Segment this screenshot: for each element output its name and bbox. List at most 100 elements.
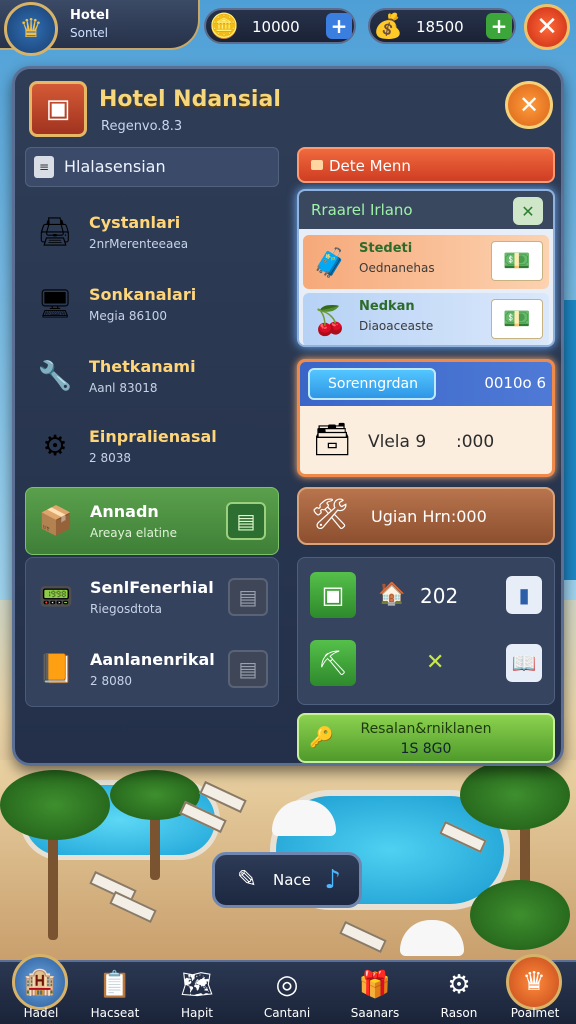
close-icon[interactable]: ✕ xyxy=(524,4,570,50)
hammer-icon: 🛠 xyxy=(311,497,350,532)
nav-label: Hapit xyxy=(180,1006,214,1020)
bottom-nav: 🏨 Hadel 📋 Hacseat 🗺 Hapit ◎ Cantani 🎁 Sa… xyxy=(0,954,576,1024)
offer-buy-button[interactable]: 💵 xyxy=(491,241,543,281)
facility-item[interactable]: 🔧 Thetkanami Aanl 83018 xyxy=(25,343,279,411)
pen-icon: ✎ xyxy=(237,865,258,893)
nav-settings[interactable]: ⚙ Rason xyxy=(418,962,500,1024)
profile-icon: ♛ xyxy=(506,954,562,1010)
facility-item[interactable]: 📟 SenlFenerhial Riegosdtota ▤ xyxy=(26,564,280,632)
facility-title: Cystanlari xyxy=(89,213,181,232)
facility-title: Sonkanalari xyxy=(89,285,197,304)
coins-counter: 🪙 10000 + xyxy=(204,8,356,44)
offer-title: Nedkan xyxy=(359,299,415,314)
sort-label: Vlela 9 xyxy=(368,432,427,452)
crate-action-button[interactable]: ▤ xyxy=(226,502,266,540)
offer-title: Stedeti xyxy=(359,241,413,256)
travel-title: Rraarel Irlano xyxy=(311,201,413,219)
facility-title: Einpralienasal xyxy=(89,427,217,446)
cube-icon[interactable]: ▣ xyxy=(310,572,356,618)
nav-map[interactable]: 🗺 Hapit xyxy=(156,962,238,1024)
device-icon: 📟 xyxy=(38,579,74,613)
offer-sub: Diaoaceaste xyxy=(359,319,434,333)
upgrade-button[interactable]: 🛠 Ugian Hrn:000 xyxy=(297,487,555,545)
facility-list-title: Hlalasensian xyxy=(64,157,166,176)
gems-counter: 💰 18500 + xyxy=(368,8,516,44)
next-button[interactable]: ✎ Nace ♪ xyxy=(212,852,362,908)
coins-icon: 🪙 xyxy=(209,12,239,40)
sale-tab[interactable]: Dete Menn xyxy=(297,147,555,183)
palm-tree xyxy=(470,880,570,950)
facility-title: SenlFenerhial xyxy=(90,578,214,597)
resource-row: ⛏ ✕ 📖 xyxy=(298,634,556,694)
reward-sub: 1S 8G0 xyxy=(400,741,452,757)
nav-label: Cantani xyxy=(263,1006,311,1020)
nav-label: Hacseat xyxy=(90,1006,140,1020)
facility-title: Annadn xyxy=(90,502,159,521)
add-coins-button[interactable]: + xyxy=(326,13,352,39)
nav-tasks[interactable]: 📋 Hacseat xyxy=(74,962,156,1024)
coins-value: 10000 xyxy=(252,18,300,36)
facility-sub: Areaya elatine xyxy=(90,526,177,540)
facility-item[interactable]: 🖨 Cystanlari 2nrMerenteeaea xyxy=(25,199,279,267)
tool-icon: 🔧 xyxy=(37,358,73,392)
resource-row: ▣ 🏠 202 ▮ xyxy=(298,566,556,626)
offer-item[interactable]: 🍒 Nedkan Diaoaceaste 💵 xyxy=(303,293,549,345)
facility-item-active[interactable]: 📦 Annadn Areaya elatine ▤ xyxy=(25,487,279,555)
nav-camera[interactable]: ◎ Cantani xyxy=(246,962,328,1024)
nav-label: Hadel xyxy=(23,1006,59,1020)
locked-facilities: 📟 SenlFenerhial Riegosdtota ▤ 📙 Aanlanen… xyxy=(25,557,279,707)
nav-label: Rason xyxy=(440,1006,478,1020)
panel-header: ▣ Hotel Ndansial Regenvo.8.3 ✕ xyxy=(23,77,553,143)
palm-tree xyxy=(460,760,570,830)
sort-header: Sorenngrdan 0010o 6 xyxy=(300,362,552,406)
house-icon: 🏠 xyxy=(378,582,406,607)
locked-action-button[interactable]: ▤ xyxy=(228,650,268,688)
panel-close-button[interactable]: ✕ xyxy=(505,81,553,129)
sparkle-icon: ✕ xyxy=(426,650,445,675)
facility-sub: 2nrMerenteeaea xyxy=(89,237,189,251)
player-name: Hotel xyxy=(70,8,110,23)
player-card[interactable]: ♛ Hotel Sontel xyxy=(0,0,200,56)
tool-icon[interactable]: ⛏ xyxy=(310,640,356,686)
facility-list: ≡ Hlalasensian 🖨 Cystanlari 2nrMerenteea… xyxy=(25,147,279,707)
collapse-icon[interactable]: ✕ xyxy=(513,197,543,225)
gems-value: 18500 xyxy=(416,18,464,36)
player-avatar[interactable]: ♛ xyxy=(4,2,58,56)
nav-shop[interactable]: 🎁 Saanars xyxy=(334,962,416,1024)
offer-buy-button[interactable]: 💵 xyxy=(491,299,543,339)
facility-item[interactable]: 🖥 Sonkanalari Megia 86100 xyxy=(25,271,279,339)
facility-title: Thetkanami xyxy=(89,357,196,376)
hotel-badge-icon: ▣ xyxy=(29,81,87,137)
crate-icon: 📦 xyxy=(38,503,74,537)
treasure-icon: 💰 xyxy=(373,12,403,40)
facility-sub: Aanl 83018 xyxy=(89,381,158,395)
music-icon: ♪ xyxy=(324,865,341,895)
nav-label: Saanars xyxy=(350,1006,400,1020)
note-icon: 📙 xyxy=(38,651,74,685)
sort-panel: Sorenngrdan 0010o 6 🗃 Vlela 9 :000 xyxy=(297,359,555,477)
sort-button[interactable]: Sorenngrdan xyxy=(308,368,436,400)
book-icon[interactable]: 📖 xyxy=(506,644,542,682)
computer-icon: 🖥 xyxy=(37,286,73,320)
add-gems-button[interactable]: + xyxy=(486,13,512,39)
nav-label: Poalmet xyxy=(510,1006,560,1020)
camera-icon: ◎ xyxy=(275,970,299,1000)
chart-icon[interactable]: ▮ xyxy=(506,576,542,614)
offer-item[interactable]: 🧳 Stedeti Oednanehas 💵 xyxy=(303,235,549,289)
next-label: Nace xyxy=(273,871,311,889)
resource-value: 202 xyxy=(420,584,459,608)
shop-icon: 🎁 xyxy=(358,970,392,1000)
sort-time: :000 xyxy=(456,432,495,452)
generator-icon: ⚙ xyxy=(42,428,68,462)
top-bar: ♛ Hotel Sontel 🪙 10000 + 💰 18500 + ✕ xyxy=(0,0,576,56)
nav-profile[interactable]: ♛ Poalmet xyxy=(494,954,576,1024)
facility-item[interactable]: 📙 Aanlanenrikal 2 8080 ▤ xyxy=(26,636,280,704)
reward-button[interactable]: 🔑 Resalan&rniklanen 1S 8G0 xyxy=(297,713,555,763)
panel-title: Hotel Ndansial xyxy=(99,87,281,112)
machine-icon: 🖨 xyxy=(37,214,73,248)
sort-value: 0010o 6 xyxy=(484,374,546,392)
facility-item[interactable]: ⚙ Einpralienasal 2 8038 xyxy=(25,413,279,481)
locked-action-button[interactable]: ▤ xyxy=(228,578,268,616)
nav-hotel[interactable]: 🏨 Hadel xyxy=(0,954,82,1024)
facility-title: Aanlanenrikal xyxy=(90,650,215,669)
